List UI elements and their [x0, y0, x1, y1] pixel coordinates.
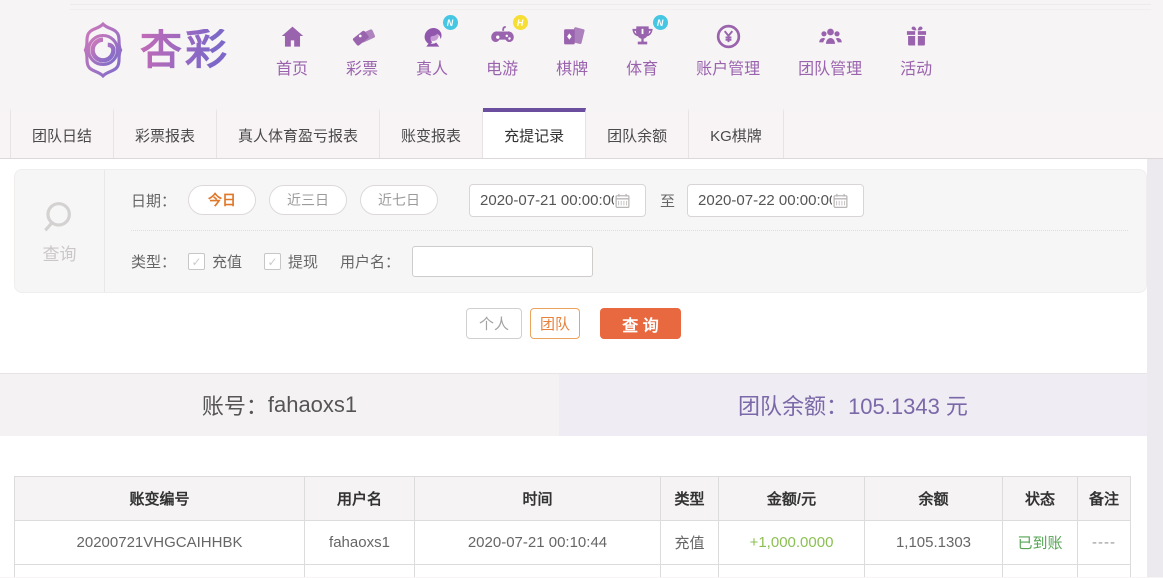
brand-logo[interactable]: 杏彩	[74, 21, 230, 79]
withdraw-checkbox[interactable]	[264, 253, 282, 270]
tab-live-sports-pnl-report[interactable]: 真人体育盈亏报表	[217, 108, 381, 158]
tab-deposit-withdraw-records[interactable]: 充提记录	[483, 108, 587, 158]
nav-item-lottery[interactable]: 彩票	[346, 21, 378, 79]
account-summary: 账号： fahaoxs1	[0, 374, 559, 436]
main-panel: 查询 日期： 今日 近三日 近七日 至	[0, 159, 1147, 577]
cell-time: 2020-07-21 00:10:44	[414, 520, 661, 565]
date-from-field[interactable]	[469, 183, 647, 217]
tab-team-balance[interactable]: 团队余额	[586, 108, 690, 158]
table-header-row: 账变编号 用户名 时间 类型 金额/元 余额 状态 备注	[14, 476, 1131, 521]
deposit-checkbox[interactable]	[188, 253, 206, 270]
coin-icon	[716, 24, 740, 49]
team-balance-value: 105.1343 元	[848, 394, 968, 419]
search-block-label: 查询	[42, 245, 77, 264]
nav-item-team-management[interactable]: 团队管理	[798, 21, 862, 79]
records-table: 账变编号 用户名 时间 类型 金额/元 余额 状态 备注 20200721VHG…	[14, 476, 1131, 577]
cards-icon	[563, 27, 585, 45]
col-balance: 余额	[864, 476, 1003, 521]
cell-balance: 1,105.1303	[864, 520, 1003, 565]
account-value: fahaoxs1	[267, 392, 358, 417]
account-label: 账号：	[201, 394, 268, 419]
col-type: 类型	[660, 476, 719, 521]
table-row-partial	[14, 564, 1131, 577]
cell-username: fahaoxs1	[304, 520, 415, 565]
filter-search-block: 查询	[15, 170, 105, 292]
preset-last-7-days[interactable]: 近七日	[360, 185, 439, 215]
trophy-icon	[631, 26, 653, 45]
date-to-input[interactable]	[698, 191, 833, 209]
cell-status: 已到账	[1002, 520, 1078, 565]
gift-icon	[906, 26, 926, 46]
type-label: 类型：	[131, 254, 177, 271]
cell-amount: +1,000.0000	[718, 520, 865, 565]
new-badge: N	[442, 15, 458, 30]
tab-kg-boardgames[interactable]: KG棋牌	[689, 108, 784, 158]
username-label: 用户名：	[340, 254, 401, 271]
date-range-to-label: 至	[660, 192, 676, 210]
date-to-field[interactable]	[687, 183, 865, 217]
new-badge: N	[652, 15, 668, 30]
query-button[interactable]: 查 询	[600, 308, 681, 339]
tab-account-change-report[interactable]: 账变报表	[380, 108, 484, 158]
summary-banner: 账号： fahaoxs1 团队余额： 105.1343 元	[0, 373, 1147, 436]
col-username: 用户名	[304, 476, 415, 521]
cell-change-id: 20200721VHGCAIHHBK	[14, 520, 305, 565]
calendar-icon[interactable]	[832, 192, 849, 209]
col-amount: 金额/元	[718, 476, 865, 521]
nav-item-egames[interactable]: H 电游	[486, 15, 528, 79]
nav-item-home[interactable]: 首页	[276, 21, 308, 79]
nav-item-boardgames[interactable]: 棋牌	[556, 21, 588, 79]
team-balance-summary: 团队余额： 105.1343 元	[559, 374, 1147, 436]
cell-remark: ----	[1077, 520, 1131, 565]
date-label: 日期：	[131, 192, 177, 210]
nav-item-promotions[interactable]: 活动	[900, 21, 932, 79]
search-icon	[43, 202, 71, 232]
username-input[interactable]	[412, 246, 594, 277]
preset-last-3-days[interactable]: 近三日	[269, 185, 348, 215]
cell-type: 充值	[660, 520, 719, 565]
tab-lottery-report[interactable]: 彩票报表	[114, 108, 218, 158]
deposit-option-label: 充值	[212, 254, 243, 271]
preset-today[interactable]: 今日	[188, 185, 257, 215]
main-nav: 首页 彩票 N 真人 H 电游 棋牌 N 体育 账户管理 团队管理 活动	[276, 15, 932, 79]
date-from-input[interactable]	[480, 191, 615, 209]
col-status: 状态	[1002, 476, 1078, 521]
nav-item-sports[interactable]: N 体育	[626, 15, 668, 79]
tab-team-daily[interactable]: 团队日结	[10, 108, 115, 158]
col-remark: 备注	[1077, 476, 1131, 521]
report-tab-strip: 团队日结 彩票报表 真人体育盈亏报表 账变报表 充提记录 团队余额 KG棋牌	[0, 108, 1163, 159]
nav-item-account-management[interactable]: 账户管理	[696, 21, 760, 79]
col-change-id: 账变编号	[14, 476, 305, 521]
brand-name: 杏彩	[140, 26, 231, 73]
home-icon	[281, 26, 303, 47]
personal-scope-button[interactable]: 个人	[466, 308, 522, 339]
tickets-icon	[352, 29, 375, 46]
withdraw-option-label: 提现	[288, 254, 319, 271]
top-header: 杏彩 首页 彩票 N 真人 H 电游 棋牌 N 体育 账户管理 团队管理 活动	[0, 0, 1163, 100]
hot-badge: H	[512, 15, 528, 30]
filter-panel: 查询 日期： 今日 近三日 近七日 至	[14, 169, 1147, 293]
team-icon	[818, 28, 842, 44]
gamepad-icon	[490, 26, 514, 43]
nav-item-live[interactable]: N 真人	[416, 15, 458, 79]
page-right-gutter	[1147, 159, 1163, 577]
live-dealer-icon	[424, 28, 442, 47]
brand-flower-icon	[83, 21, 123, 79]
col-time: 时间	[414, 476, 661, 521]
team-scope-button[interactable]: 团队	[530, 308, 580, 339]
action-buttons-row: 个人 团队 查 询	[0, 308, 1147, 339]
team-balance-label: 团队余额：	[738, 394, 849, 419]
calendar-icon[interactable]	[614, 192, 631, 209]
table-row: 20200721VHGCAIHHBK fahaoxs1 2020-07-21 0…	[14, 520, 1131, 565]
